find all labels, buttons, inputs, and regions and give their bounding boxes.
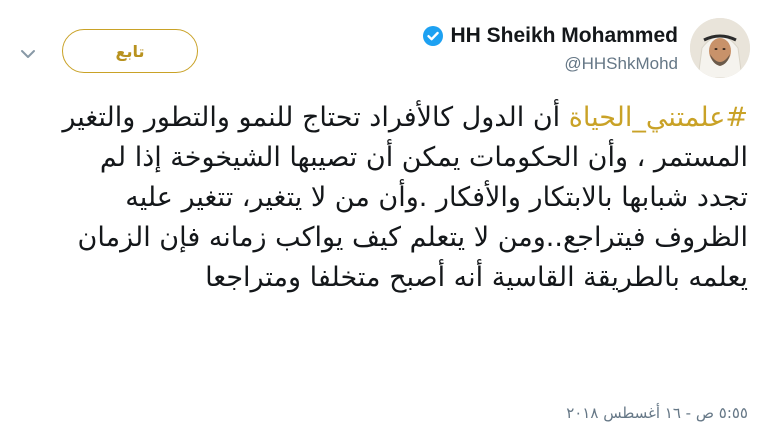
author-display-name[interactable]: HH Sheikh Mohammed: [450, 24, 678, 48]
tweet-card: HH Sheikh Mohammed @HHShkMohd تابع #علمت…: [0, 0, 768, 446]
profile-avatar-image: [690, 18, 750, 78]
author-block: HH Sheikh Mohammed @HHShkMohd: [422, 24, 678, 74]
hashtag-link[interactable]: #علمتني_الحياة: [569, 102, 748, 133]
author-name-line[interactable]: HH Sheikh Mohammed: [422, 24, 678, 48]
follow-button[interactable]: تابع: [62, 29, 198, 73]
tweet-timestamp[interactable]: ٥:٥٥ ص - ١٦ أغسطس ٢٠١٨: [566, 404, 748, 422]
chevron-down-icon[interactable]: [20, 45, 36, 58]
verified-badge-icon: [422, 25, 444, 47]
tweet-text: #علمتني_الحياة أن الدول كالأفراد تحتاج ل…: [48, 98, 748, 298]
author-handle[interactable]: @HHShkMohd: [422, 54, 678, 74]
avatar[interactable]: [690, 18, 750, 78]
